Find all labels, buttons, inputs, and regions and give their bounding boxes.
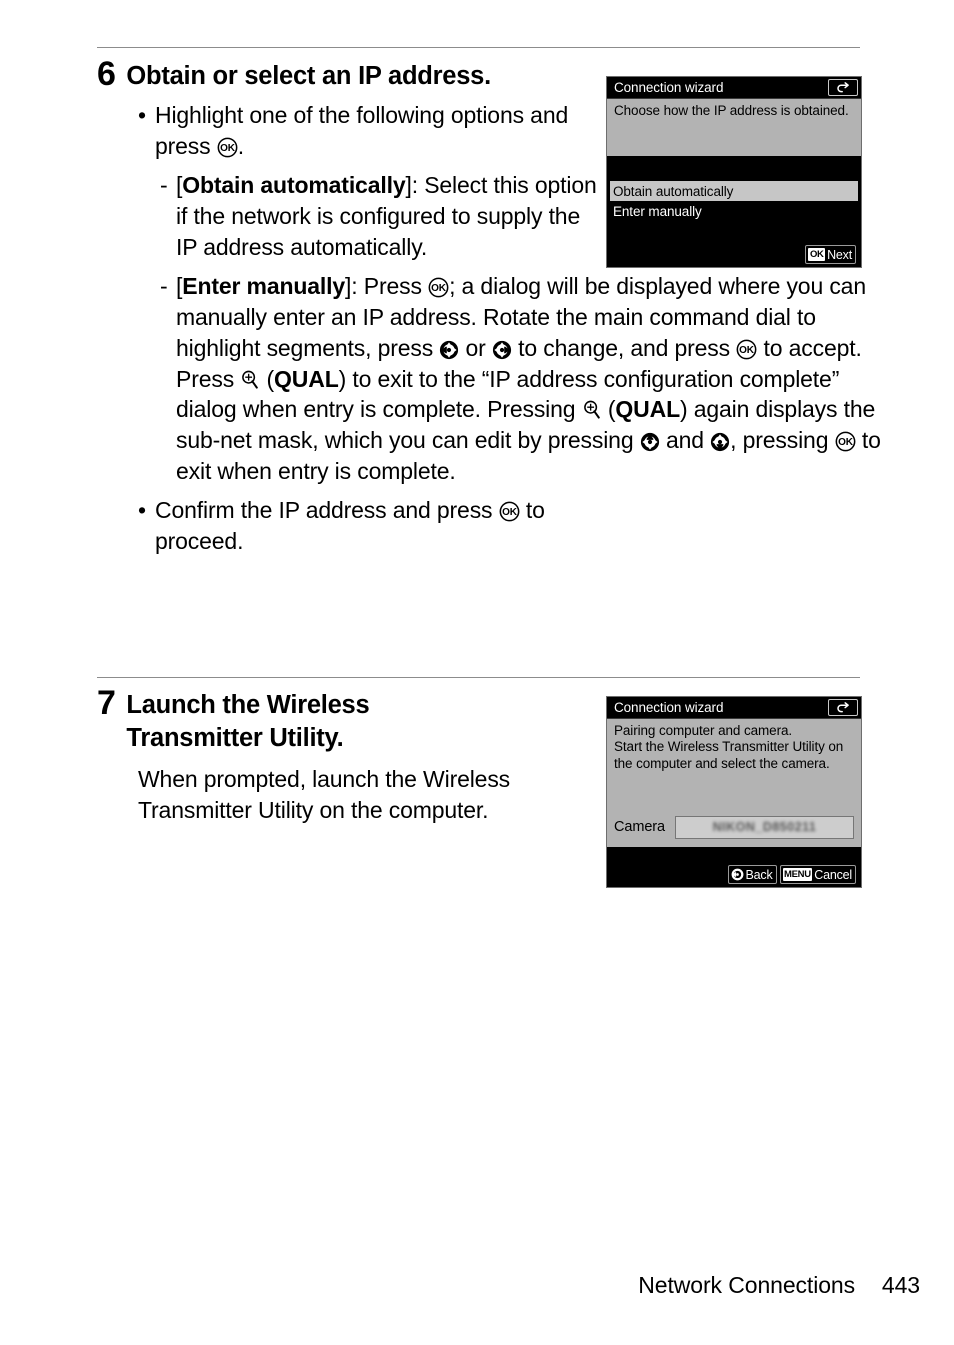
svg-text:OK: OK bbox=[838, 437, 854, 448]
return-arrow-icon bbox=[828, 699, 858, 716]
sub-2-t3: or bbox=[459, 334, 492, 361]
ip-option-list: Obtain automatically Enter manually bbox=[607, 181, 861, 221]
screenshot-titlebar: Connection wizard bbox=[607, 77, 861, 99]
step-6-body: • Highlight one of the following options… bbox=[97, 100, 881, 557]
bullet-marker: • bbox=[138, 497, 146, 524]
step-7: 7 Launch the Wireless Transmitter Utilit… bbox=[97, 686, 597, 826]
sub-2-text: [Enter manually]: Press OK; a dialog wil… bbox=[176, 271, 895, 487]
sub-1-text: [Obtain automatically]: Select this opti… bbox=[176, 170, 597, 263]
camera-name-row: Camera NIKON_D850211 bbox=[614, 816, 854, 839]
bullet-2-text-a: Confirm the IP address and press bbox=[155, 497, 499, 524]
camera-name-value: NIKON_D850211 bbox=[712, 819, 817, 834]
bullet-1-text-b: . bbox=[237, 133, 244, 160]
page-number: 443 bbox=[881, 1272, 920, 1298]
step-7-title: Launch the Wireless Transmitter Utility. bbox=[126, 691, 370, 753]
ok-key-badge: OK bbox=[808, 247, 826, 262]
qual-zoom-in-button-icon bbox=[241, 370, 259, 390]
svg-text:OK: OK bbox=[431, 283, 447, 294]
qual-button-label: QUAL bbox=[274, 365, 339, 392]
camera-name-field: NIKON_D850211 bbox=[674, 816, 854, 839]
section-divider-top bbox=[97, 47, 860, 48]
sub-2-t11: , pressing bbox=[730, 427, 835, 454]
footer-action-label: Back bbox=[745, 867, 773, 882]
sub-2-t4: to change, and press bbox=[511, 334, 737, 361]
footer-action-back[interactable]: Back bbox=[727, 865, 777, 884]
ok-button-icon: OK bbox=[835, 431, 856, 452]
step-6-title: Obtain or select an IP address. bbox=[126, 62, 491, 90]
option-label: Obtain automatically bbox=[613, 183, 734, 199]
screenshot-footer-bar: OK Next bbox=[607, 245, 861, 264]
ok-button-icon: OK bbox=[428, 277, 449, 298]
step-6-number: 6 bbox=[97, 55, 116, 93]
ok-button-icon: OK bbox=[736, 339, 757, 360]
screenshot-prompt-line-2: Start the Wireless Transmitter Utility o… bbox=[614, 739, 844, 755]
svg-text:OK: OK bbox=[220, 143, 236, 154]
dash-marker: - bbox=[160, 272, 168, 299]
screenshot-prompt-area: Choose how the IP address is obtained. bbox=[607, 99, 861, 156]
option-label: Enter manually bbox=[613, 203, 702, 219]
screenshot-prompt: Choose how the IP address is obtained. bbox=[614, 103, 849, 118]
step-6-bullet-2: • Confirm the IP address and press OK to… bbox=[138, 495, 597, 557]
qual-button-label: QUAL bbox=[615, 396, 680, 423]
step-7-number: 7 bbox=[97, 684, 116, 722]
step-6-sub-1: - [Obtain automatically]: Select this op… bbox=[138, 170, 597, 263]
page-footer: Network Connections 443 bbox=[0, 1272, 920, 1299]
option-obtain-automatically[interactable]: Obtain automatically bbox=[610, 181, 858, 201]
sub-2-t6: ( bbox=[260, 365, 275, 392]
ok-button-icon: OK bbox=[217, 137, 238, 158]
step-6: 6 Obtain or select an IP address. • High… bbox=[97, 57, 881, 557]
multi-selector-down-icon bbox=[710, 432, 730, 452]
option-name-obtain-automatically: Obtain automatically bbox=[182, 171, 406, 198]
menu-key-badge: MENU bbox=[782, 867, 813, 882]
screenshot-prompt-area: Pairing computer and camera. Start the W… bbox=[607, 719, 861, 847]
bullet-2-text: Confirm the IP address and press OK to p… bbox=[155, 495, 597, 557]
sub-2-t1: ]: Press bbox=[345, 272, 429, 299]
sub-2-t10: and bbox=[659, 427, 711, 454]
manual-page: 6 Obtain or select an IP address. • High… bbox=[0, 0, 954, 1345]
screenshot-title: Connection wizard bbox=[614, 699, 724, 715]
svg-text:OK: OK bbox=[502, 507, 518, 518]
multi-selector-left-icon bbox=[731, 868, 744, 881]
camera-screenshot-pairing: Connection wizard Pairing computer and c… bbox=[606, 696, 862, 888]
svg-text:OK: OK bbox=[739, 345, 755, 356]
screenshot-footer-bar: Back MENU Cancel bbox=[607, 865, 861, 884]
dash-marker: - bbox=[160, 171, 168, 198]
footer-action-next[interactable]: OK Next bbox=[805, 245, 856, 264]
footer-section-title: Network Connections bbox=[638, 1272, 855, 1298]
camera-screenshot-ip-address: Connection wizard Choose how the IP addr… bbox=[606, 76, 862, 268]
option-name-enter-manually: Enter manually bbox=[182, 272, 346, 299]
return-arrow-icon bbox=[828, 79, 858, 96]
screenshot-prompt-line-1: Pairing computer and camera. bbox=[614, 723, 793, 738]
option-enter-manually[interactable]: Enter manually bbox=[607, 201, 861, 221]
multi-selector-left-icon bbox=[439, 340, 459, 360]
bullet-1-text: Highlight one of the following options a… bbox=[155, 100, 597, 162]
screenshot-titlebar: Connection wizard bbox=[607, 697, 861, 719]
footer-action-label: Cancel bbox=[814, 867, 852, 882]
step-7-heading: 7 Launch the Wireless Transmitter Utilit… bbox=[97, 686, 597, 755]
section-divider-middle bbox=[97, 677, 860, 678]
multi-selector-right-icon bbox=[492, 340, 512, 360]
step-6-heading: 6 Obtain or select an IP address. bbox=[97, 57, 597, 93]
multi-selector-up-icon bbox=[640, 432, 660, 452]
footer-action-cancel[interactable]: MENU Cancel bbox=[779, 865, 856, 884]
ok-button-icon: OK bbox=[499, 501, 520, 522]
sub-2-t8: ( bbox=[601, 396, 616, 423]
camera-name-label: Camera bbox=[614, 818, 665, 835]
screenshot-prompt-line-3: the computer and select the camera. bbox=[614, 755, 830, 771]
step-7-body: When prompted, launch the Wireless Trans… bbox=[138, 766, 511, 824]
bullet-marker: • bbox=[138, 102, 146, 129]
qual-zoom-in-button-icon bbox=[583, 400, 601, 420]
screenshot-title: Connection wizard bbox=[614, 79, 724, 95]
footer-action-label: Next bbox=[827, 247, 852, 262]
step-6-sub-2: - [Enter manually]: Press OK; a dialog w… bbox=[138, 271, 895, 487]
step-6-bullet-1: • Highlight one of the following options… bbox=[138, 100, 597, 162]
